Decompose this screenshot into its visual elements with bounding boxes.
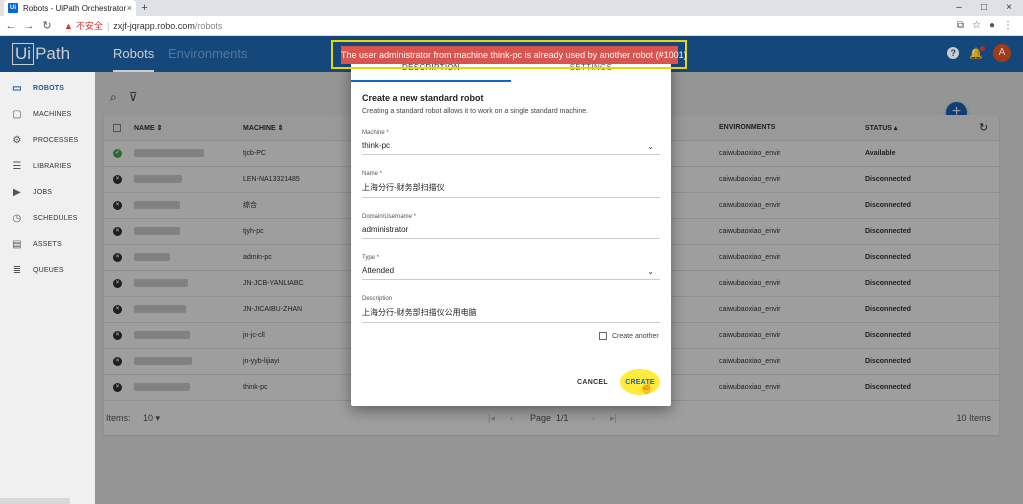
description-field[interactable]: Description 上海分行-财务部扫描仪公用电脑 [362, 296, 660, 323]
menu-kebab-icon[interactable]: ⋮ [1003, 20, 1013, 31]
browser-address-bar: ← → ↻ ▲ 不安全 | zxjf-jqrapp.robo.com/robot… [0, 16, 1023, 36]
uipath-favicon-icon: Ui [8, 3, 18, 13]
sidebar: ▭ ROBOTS ▢ MACHINES ⚙ PROCESSES ☰ LIBRARIES … [0, 72, 95, 504]
hand-cursor-icon: ☝ [639, 380, 654, 394]
checkbox-box [599, 332, 607, 340]
sidebar-item-robots[interactable]: ▭ ROBOTS [0, 75, 95, 101]
create-robot-dialog: DESCRIPTION SETTINGS Create a new standa… [351, 62, 671, 406]
chevron-down-icon: ⌄ [647, 142, 654, 151]
name-value: 上海分行-财务部扫描仪 [362, 183, 445, 192]
library-icon: ☰ [12, 160, 22, 172]
username-label: Domain\Username * [362, 214, 417, 220]
machine-select[interactable]: Machine * think-pc ⌄ [362, 130, 660, 155]
close-window-icon[interactable]: × [997, 0, 1021, 16]
error-toast-highlight: The user administrator from machine thin… [331, 40, 687, 69]
play-icon: ▶ [13, 186, 21, 198]
sidebar-item-schedules[interactable]: ◷ SCHEDULES [0, 205, 95, 231]
url-field[interactable]: ▲ 不安全 | zxjf-jqrapp.robo.com/robots [64, 19, 222, 32]
minimize-icon[interactable]: – [947, 0, 971, 16]
forward-icon[interactable]: → [22, 20, 36, 32]
machine-value: think-pc [362, 141, 391, 150]
clock-icon: ◷ [12, 212, 22, 224]
dialog-title: Create a new standard robot [362, 93, 484, 103]
url-host: zxjf-jqrapp.robo.com [113, 20, 195, 31]
queue-icon: ≣ [12, 264, 22, 276]
warning-icon: ▲ [64, 20, 73, 31]
sidebar-item-assets[interactable]: ▤ ASSETS [0, 231, 95, 257]
username-value: administrator [362, 225, 409, 234]
username-field[interactable]: Domain\Username * administrator [362, 214, 660, 239]
assets-icon: ▤ [12, 238, 22, 250]
browser-tab[interactable]: Ui Robots - UiPath Orchestrator × [4, 0, 136, 16]
browser-tab-title: Robots - UiPath Orchestrator [23, 3, 127, 13]
sidebar-item-queues[interactable]: ≣ QUEUES [0, 257, 95, 283]
name-label: Name * [362, 171, 383, 177]
maximize-icon[interactable]: □ [972, 0, 996, 16]
type-select[interactable]: Type * Attended ⌄ [362, 255, 660, 280]
bookmark-star-icon[interactable]: ☆ [972, 20, 981, 31]
reload-icon[interactable]: ↻ [40, 19, 54, 32]
type-value: Attended [362, 266, 395, 275]
chevron-down-icon: ⌄ [647, 267, 654, 276]
cancel-button[interactable]: CANCEL [577, 379, 608, 386]
sidebar-item-jobs[interactable]: ▶ JOBS [0, 179, 95, 205]
close-tab-icon[interactable]: × [127, 3, 132, 13]
security-label: 不安全 [75, 21, 103, 31]
create-another-checkbox[interactable]: Create another [599, 332, 659, 340]
monitor-icon: ▢ [12, 108, 22, 120]
sidebar-item-libraries[interactable]: ☰ LIBRARIES [0, 153, 95, 179]
description-value: 上海分行-财务部扫描仪公用电脑 [362, 308, 477, 317]
machine-label: Machine * [362, 130, 389, 136]
url-path: /robots [194, 20, 223, 31]
translate-icon[interactable]: ⧉ [957, 20, 964, 31]
profile-icon[interactable]: ● [989, 20, 995, 31]
sidebar-item-machines[interactable]: ▢ MACHINES [0, 101, 95, 127]
create-another-label: Create another [612, 332, 659, 340]
error-toast[interactable]: The user administrator from machine thin… [341, 46, 687, 64]
sidebar-item-processes[interactable]: ⚙ PROCESSES [0, 127, 95, 153]
gears-icon: ⚙ [12, 134, 22, 146]
description-label: Description [362, 296, 393, 302]
robot-icon: ▭ [12, 82, 22, 94]
type-label: Type * [362, 255, 380, 261]
taskbar-fragment [0, 498, 70, 504]
dialog-subtitle: Creating a standard robot allows it to w… [362, 108, 589, 115]
name-field[interactable]: Name * 上海分行-财务部扫描仪 [362, 171, 660, 198]
url-separator: | [106, 20, 110, 31]
browser-tab-strip: Ui Robots - UiPath Orchestrator × + – □ … [0, 0, 1023, 16]
new-tab-icon[interactable]: + [138, 2, 151, 15]
back-icon[interactable]: ← [4, 20, 18, 32]
